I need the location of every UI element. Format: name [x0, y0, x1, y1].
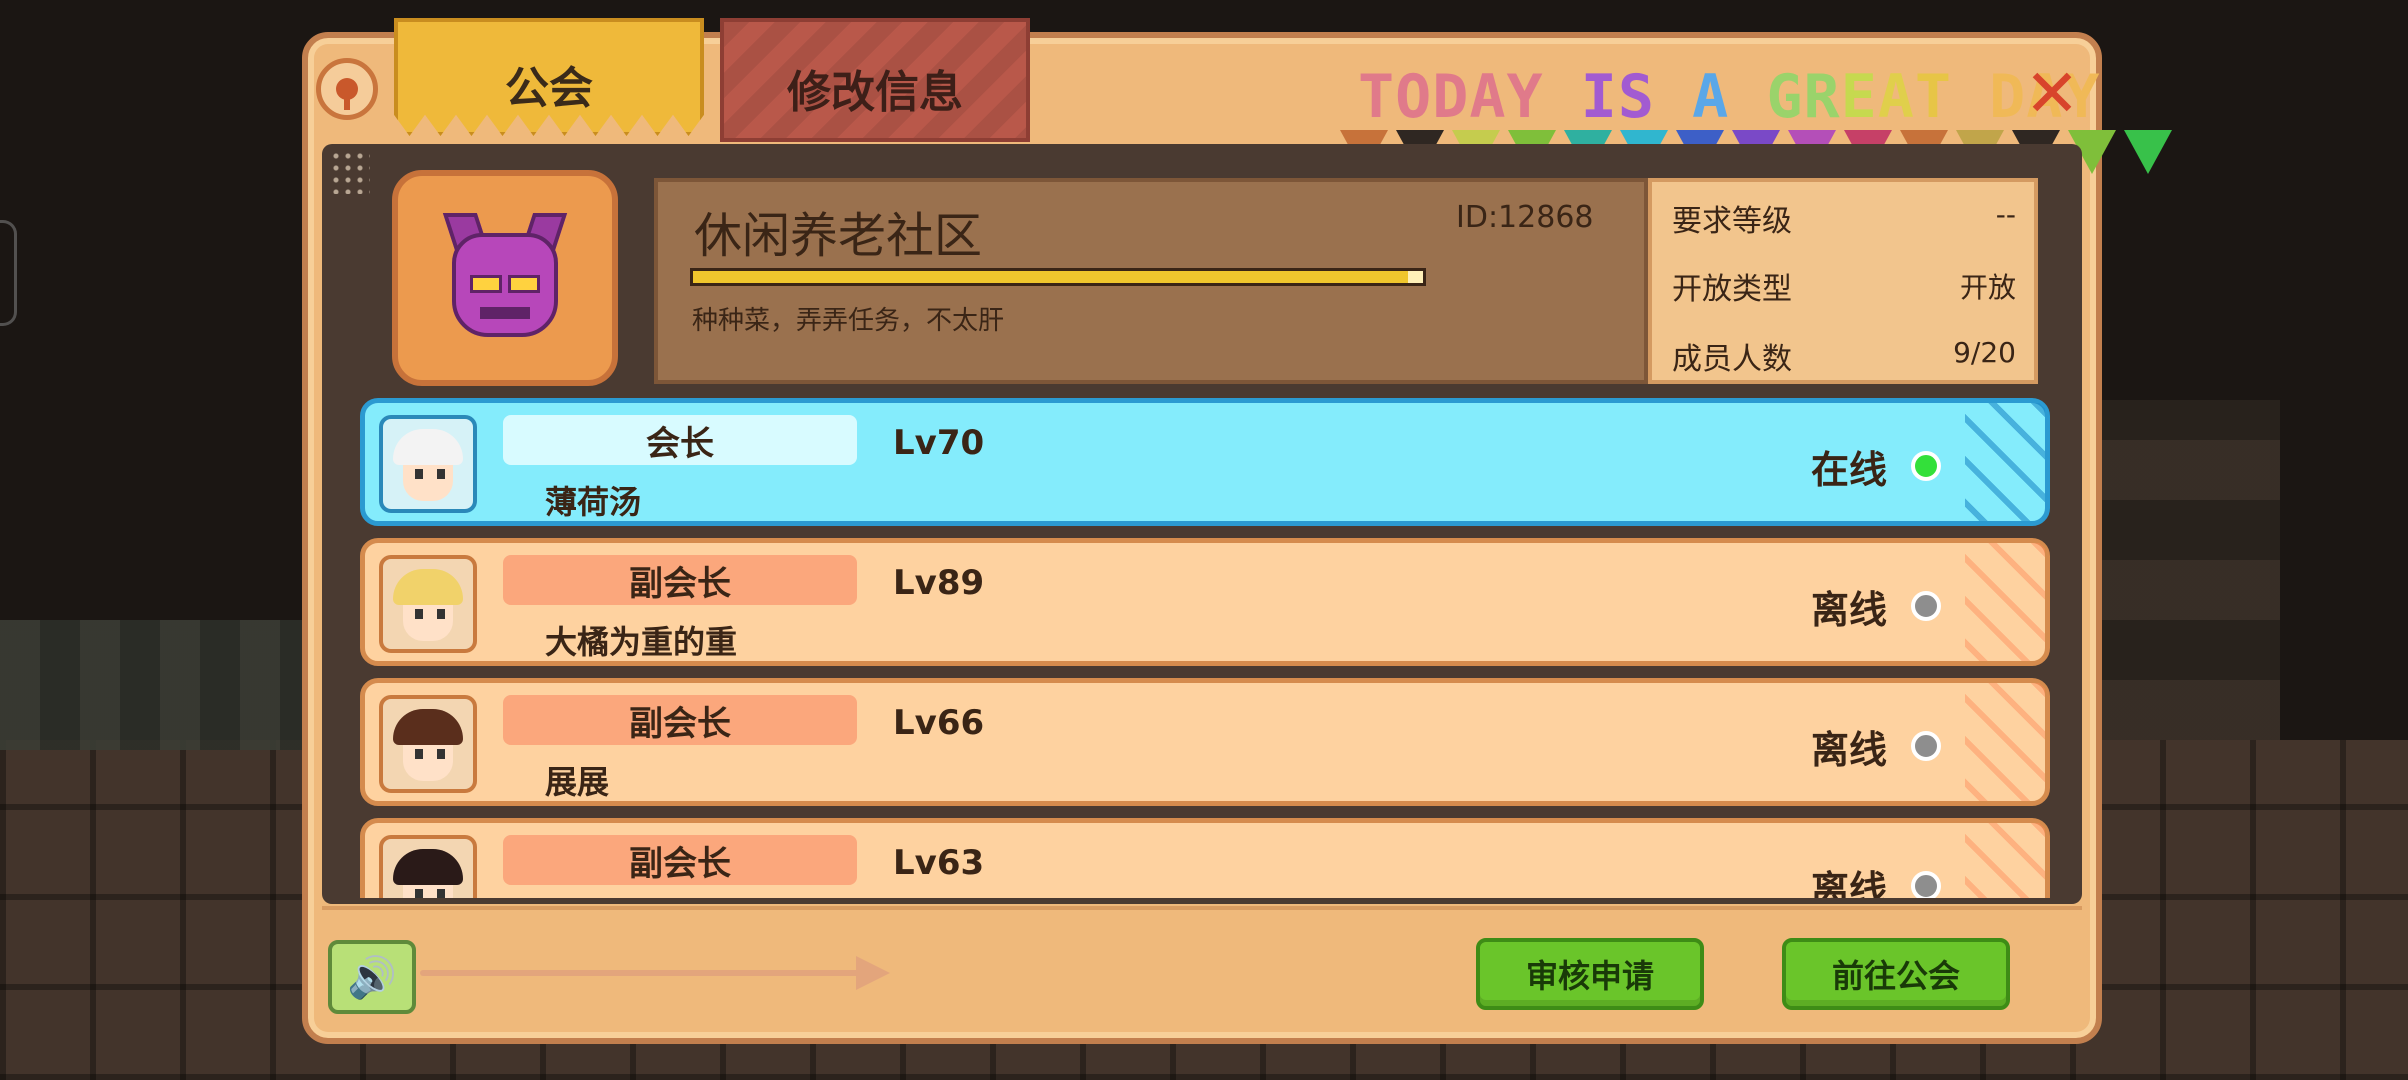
member-role: 副会长: [503, 695, 857, 745]
stat-label-members: 成员人数: [1672, 342, 1792, 377]
stat-label-type: 开放类型: [1672, 272, 1792, 307]
voice-icon[interactable]: 🔊: [328, 940, 416, 1014]
member-role: 副会长: [503, 835, 857, 885]
member-level: Lv63: [893, 843, 985, 883]
banner-letter: A: [1877, 62, 1915, 132]
bottom-divider: [322, 906, 2082, 910]
banner-letter: O: [1395, 62, 1433, 132]
member-row[interactable]: 副会长大橘为重的重 Lv89 离线: [360, 538, 2050, 666]
status-dot-icon: [1911, 591, 1941, 621]
goto-guild-button[interactable]: 前往公会: [1782, 938, 2010, 1010]
banner-letter: T: [1914, 62, 1952, 132]
stat-value-members: 9/20: [1953, 336, 2016, 369]
member-level: Lv70: [893, 423, 985, 463]
banner-letter: T: [1358, 62, 1396, 132]
info-icon[interactable]: [316, 58, 378, 120]
today-banner: TODAY IS A GREAT DAY: [1358, 62, 2101, 132]
close-icon[interactable]: ✕: [2020, 61, 2084, 127]
banner-letter: A: [1469, 62, 1507, 132]
member-level: Lv66: [893, 703, 985, 743]
guild-id: ID:12868: [1456, 200, 1594, 235]
blonde-avatar[interactable]: [379, 555, 477, 653]
background-ledge-right: [2080, 400, 2280, 740]
banner-letter: [1729, 62, 1766, 132]
member-role: 会长: [503, 415, 857, 465]
status-dot-icon: [1911, 871, 1941, 898]
tab-guild-label: 公会: [505, 63, 593, 114]
guild-description: 种种菜，弄弄任务，不太肝: [692, 306, 1005, 336]
banner-letter: [1544, 62, 1581, 132]
banner-letter: S: [1617, 62, 1655, 132]
bunting-flag: [2124, 130, 2172, 174]
member-name: 薄荷汤: [545, 483, 642, 521]
row-zigzag-decor: [1965, 543, 2045, 661]
arrow-line: [420, 970, 880, 976]
tab-edit-info[interactable]: 修改信息: [720, 18, 1030, 142]
banner-letter: D: [1432, 62, 1470, 132]
banner-letter: [1952, 62, 1989, 132]
member-row[interactable]: 会长薄荷汤 Lv70 在线: [360, 398, 2050, 526]
member-row[interactable]: 副会长 Lv63 离线: [360, 818, 2050, 898]
member-status: 离线: [1810, 728, 1887, 772]
member-status: 离线: [1810, 588, 1887, 632]
decor-dots: [330, 150, 370, 194]
status-dot-icon: [1911, 451, 1941, 481]
row-zigzag-decor: [1965, 823, 2045, 898]
stat-label-level: 要求等级: [1672, 204, 1792, 239]
member-name: 大橘为重的重: [545, 623, 738, 661]
member-name: 展展: [545, 763, 610, 801]
member-status: 离线: [1810, 868, 1887, 898]
stat-value-type: 开放: [1959, 271, 2016, 304]
banner-letter: R: [1803, 62, 1841, 132]
banner-letter: I: [1580, 62, 1618, 132]
brown-hair-avatar[interactable]: [379, 695, 477, 793]
row-zigzag-decor: [1965, 403, 2045, 521]
side-hex-button[interactable]: [0, 220, 17, 326]
tab-edit-info-label: 修改信息: [787, 67, 963, 118]
banner-letter: A: [1692, 62, 1730, 132]
arrow-head-icon: [856, 956, 890, 990]
white-hood-avatar[interactable]: [379, 415, 477, 513]
banner-letter: [1655, 62, 1692, 132]
banner-letter: G: [1766, 62, 1804, 132]
demon-mask-icon: [440, 213, 570, 343]
member-level: Lv89: [893, 563, 985, 603]
member-status: 在线: [1810, 448, 1887, 492]
status-dot-icon: [1911, 731, 1941, 761]
banner-letter: Y: [1506, 62, 1544, 132]
member-list[interactable]: 会长 薄荷汤 Lv70 在线 副会长 大橘为重的重 Lv89 离线 副会长 展展 Lv66 离线 副会长…: [360, 398, 2050, 898]
guild-name: 休闲养老社区: [694, 208, 983, 264]
guild-emblem[interactable]: [392, 170, 618, 386]
member-row[interactable]: 副会长展展 Lv66 离线: [360, 678, 2050, 806]
guild-progress-bar: [690, 268, 1426, 286]
row-zigzag-decor: [1965, 683, 2045, 801]
member-role: 副会长: [503, 555, 857, 605]
banner-letter: E: [1840, 62, 1878, 132]
review-applications-button[interactable]: 审核申请: [1476, 938, 1704, 1010]
dark-hair-avatar[interactable]: [379, 835, 477, 898]
stat-value-level: --: [1995, 198, 2016, 231]
